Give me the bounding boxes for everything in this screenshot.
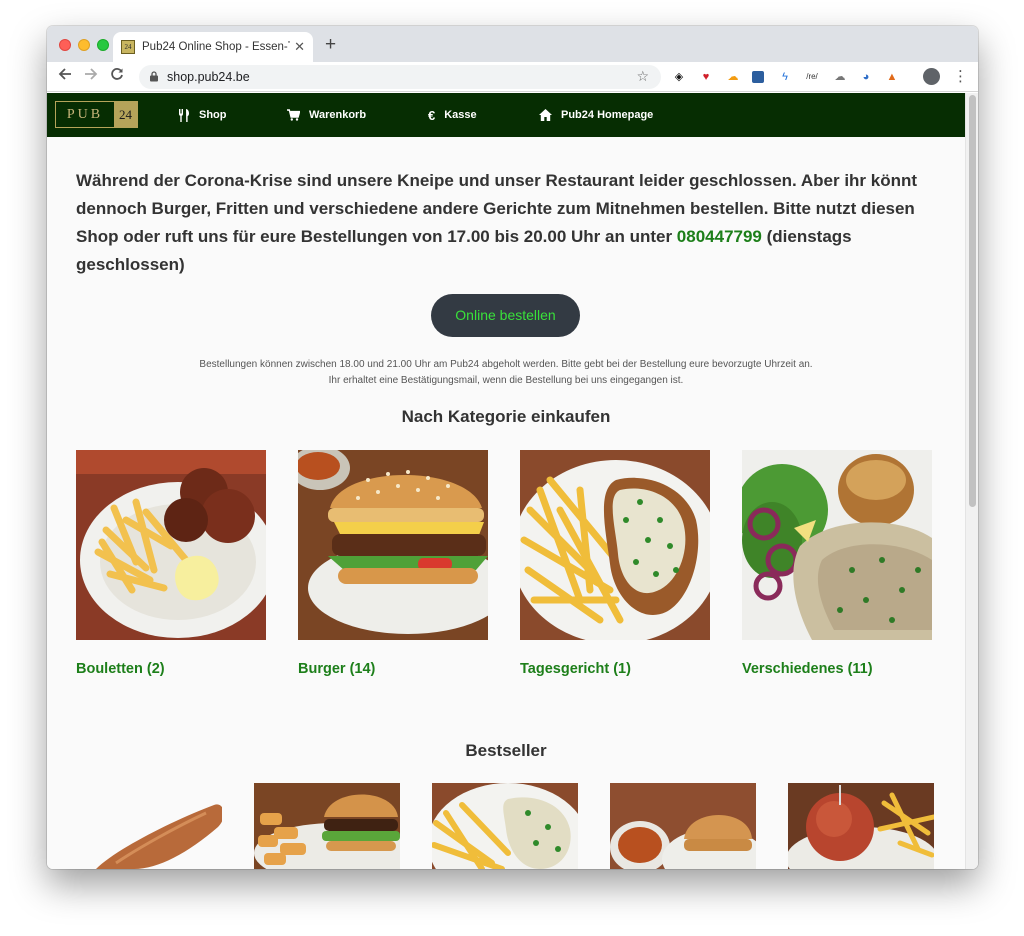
category-label-verschiedenes[interactable]: Verschiedenes (11): [742, 661, 932, 677]
back-arrow-icon[interactable]: [58, 67, 72, 86]
favicon-icon: 24: [121, 40, 135, 54]
site-navigation: PUB 24 Shop Warenkorb € Kasse Pub24 Home…: [47, 93, 965, 137]
cloud-extension-icon[interactable]: ☁: [726, 70, 740, 84]
burger-image[interactable]: [298, 450, 488, 640]
browser-window: 24 Pub24 Online Shop - Essen-To ✕ + shop…: [47, 26, 978, 869]
bestseller-section-title: Bestseller: [465, 741, 547, 760]
globe-extension-icon[interactable]: ◕: [859, 70, 873, 84]
nav-item-warenkorb[interactable]: Warenkorb: [287, 107, 366, 123]
screenshot-stage: 24 Pub24 Online Shop - Essen-To ✕ + shop…: [0, 0, 1024, 936]
tab-strip: 24 Pub24 Online Shop - Essen-To ✕ +: [47, 26, 978, 62]
reload-icon[interactable]: [110, 67, 124, 86]
maximize-window-button[interactable]: [97, 39, 109, 51]
nav-item-kasse[interactable]: € Kasse: [428, 107, 477, 123]
cart-icon: [287, 109, 300, 121]
bookmark-star-icon[interactable]: ☆: [636, 68, 649, 85]
page-scrollbar[interactable]: [965, 93, 978, 869]
intro-paragraph: Während der Corona-Krise sind unsere Kne…: [76, 167, 926, 279]
category-card-bouletten[interactable]: Bouletten (2): [76, 450, 266, 677]
category-card-tagesgericht[interactable]: Tagesgericht (1): [520, 450, 710, 677]
category-label-tagesgericht[interactable]: Tagesgericht (1): [520, 661, 710, 677]
home-icon: [539, 109, 552, 121]
bestseller-item-1[interactable]: [76, 783, 222, 869]
nav-label-homepage: Pub24 Homepage: [561, 109, 654, 121]
nav-label-warenkorb: Warenkorb: [309, 109, 367, 121]
layers-extension-icon[interactable]: ◈: [672, 70, 686, 84]
new-tab-icon[interactable]: +: [325, 34, 336, 56]
bestseller-item-4[interactable]: [610, 783, 756, 869]
address-bar[interactable]: shop.pub24.be ☆: [139, 65, 661, 89]
category-label-burger[interactable]: Burger (14): [298, 661, 488, 677]
browser-tab[interactable]: 24 Pub24 Online Shop - Essen-To ✕: [113, 32, 313, 62]
category-section-title: Nach Kategorie einkaufen: [401, 407, 611, 426]
notice-line-2: Ihr erhaltet eine Bestätigungsmail, wenn…: [328, 375, 684, 386]
lock-icon: [150, 71, 158, 82]
pub24-logo[interactable]: PUB 24: [55, 101, 138, 128]
tagesgericht-image[interactable]: [520, 450, 710, 640]
bouletten-image[interactable]: [76, 450, 266, 640]
nav-label-kasse: Kasse: [444, 109, 477, 121]
nav-label-shop: Shop: [199, 109, 227, 121]
minimize-window-button[interactable]: [78, 39, 90, 51]
online-order-button[interactable]: Online bestellen: [431, 294, 580, 337]
notice-line-1: Bestellungen können zwischen 18.00 und 2…: [199, 359, 813, 370]
category-card-verschiedenes[interactable]: Verschiedenes (11): [742, 450, 932, 677]
gray-cloud-extension-icon[interactable]: ☁: [833, 70, 847, 84]
pickup-notice: Bestellungen können zwischen 18.00 und 2…: [47, 357, 965, 389]
window-extension-icon[interactable]: [752, 71, 764, 83]
heart-extension-icon[interactable]: ♥: [699, 70, 713, 84]
bestseller-item-2[interactable]: [254, 783, 400, 869]
logo-text: PUB: [66, 107, 104, 122]
nav-item-shop[interactable]: Shop: [178, 107, 227, 123]
page-viewport: PUB 24 Shop Warenkorb € Kasse Pub24 Home…: [47, 93, 978, 869]
profile-avatar-icon[interactable]: [923, 68, 940, 85]
bestseller-item-3[interactable]: [432, 783, 578, 869]
bestseller-item-5[interactable]: [788, 783, 934, 869]
cutlery-icon: [179, 108, 189, 122]
category-label-bouletten[interactable]: Bouletten (2): [76, 661, 266, 677]
euro-icon: €: [428, 107, 436, 123]
scrollbar-thumb[interactable]: [969, 95, 976, 507]
nav-item-homepage[interactable]: Pub24 Homepage: [539, 107, 653, 123]
browser-menu-icon[interactable]: ⋮: [953, 67, 968, 85]
category-card-burger[interactable]: Burger (14): [298, 450, 488, 677]
reader-extension-icon[interactable]: ▲: [885, 70, 899, 84]
tab-close-icon[interactable]: ✕: [294, 39, 305, 55]
url-text: shop.pub24.be: [167, 70, 250, 84]
verschiedenes-image[interactable]: [742, 450, 932, 640]
forward-arrow-icon[interactable]: [84, 67, 98, 86]
tab-title: Pub24 Online Shop - Essen-To: [142, 41, 291, 53]
close-window-button[interactable]: [59, 39, 71, 51]
phone-link[interactable]: 080447799: [677, 227, 762, 246]
re-extension-icon[interactable]: /re/: [803, 70, 821, 84]
logo-number: 24: [114, 102, 137, 127]
bolt-extension-icon[interactable]: ϟ: [778, 70, 792, 84]
browser-toolbar: shop.pub24.be ☆ ◈ ♥ ☁ ϟ /re/ ☁ ◕ ▲ ⋮: [47, 62, 978, 92]
